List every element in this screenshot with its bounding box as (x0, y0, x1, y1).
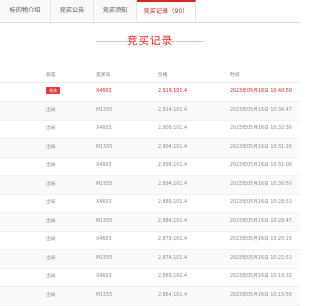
tab-notice[interactable]: 竞买须知 (94, 0, 137, 21)
table-row: 出局 X4603 2,909,101.4 2023年05月16日 10:32:36 (0, 120, 300, 140)
bid-no-cell: X4603 (96, 89, 112, 94)
table-row: 出局 M1555 2,884,101.4 2023年05月16日 10:28:47 (0, 212, 300, 232)
tab-bar: 标的物介绍 竞买公告 竞买须知 竞买记录（90） (0, 0, 300, 23)
status-label: 出局 (46, 237, 56, 242)
column-header-time: 时间 (230, 73, 240, 78)
table-row: 出局 M1555 2,894,101.4 2023年05月16日 10:30:50 (0, 175, 300, 195)
table-row: 出局 M1555 2,904,101.4 2023年05月16日 10:31:26 (0, 138, 300, 158)
table-row: 出局 X4603 2,899,101.4 2023年05月16日 10:31:00 (0, 157, 300, 177)
price-cell: 2,879,101.4 (158, 237, 187, 242)
table-header: 状态 竞买号 价格 时间 (0, 66, 300, 83)
bid-no-cell: X4603 (96, 200, 112, 205)
price-cell: 2,874,101.4 (158, 255, 187, 261)
status-label: 出局 (46, 126, 56, 131)
price-cell: 2,869,101.4 (158, 274, 187, 279)
bid-no-cell: X4603 (96, 237, 112, 242)
time-cell: 2023年05月16日 10:32:36 (230, 126, 292, 131)
status-cell: 出局 (46, 287, 56, 305)
table-row: 出局 X4603 2,879,101.4 2023年05月16日 10:25:15 (0, 231, 300, 251)
column-header-price: 价格 (158, 73, 168, 78)
tab-item-intro[interactable]: 标的物介绍 (0, 0, 51, 21)
title-divider-right (166, 41, 204, 42)
table-row: 出局 X4603 2,869,101.4 2023年05月16日 10:19:32 (0, 268, 300, 288)
status-label: 出局 (46, 181, 56, 187)
time-cell: 2023年05月16日 10:25:15 (230, 237, 292, 242)
time-cell: 2023年05月16日 10:31:00 (230, 163, 292, 168)
price-cell: 2,904,101.4 (158, 144, 187, 150)
time-cell: 2023年05月16日 10:36:47 (230, 107, 292, 113)
bid-no-cell: X4603 (96, 274, 112, 279)
bid-no-cell: M1555 (96, 181, 113, 187)
status-cell: 出局 (46, 157, 56, 175)
status-cell: 出局 (46, 268, 56, 286)
status-cell: 出局 (46, 194, 56, 212)
tab-announcement[interactable]: 竞买公告 (51, 0, 94, 21)
status-label: 出局 (46, 200, 56, 205)
price-cell: 2,894,101.4 (158, 181, 187, 187)
table-row: 出局 M1555 2,874,101.4 2023年05月16日 10:22:53 (0, 249, 300, 269)
status-cell: 出局 (46, 102, 56, 120)
bid-no-cell: X4603 (96, 126, 112, 131)
status-label: 出局 (46, 255, 56, 261)
status-label: 出局 (46, 292, 56, 298)
status-cell: 出局 (46, 250, 56, 268)
time-cell: 2023年05月16日 10:40:50 (230, 89, 292, 94)
status-label: 出局 (46, 163, 56, 168)
price-cell: 2,884,101.4 (158, 218, 187, 224)
time-cell: 2023年05月16日 10:30:50 (230, 181, 292, 187)
section-header: 竞买记录 (0, 30, 300, 52)
bid-no-cell: M1555 (96, 292, 113, 298)
status-cell: 出局 (46, 213, 56, 231)
status-label: 出局 (46, 218, 56, 224)
price-cell: 2,909,101.4 (158, 126, 187, 131)
price-cell: 2,919,101.4 (158, 89, 187, 94)
table-row: 出局 X4603 2,889,101.4 2023年05月16日 10:28:53 (0, 194, 300, 214)
tab-bid-records[interactable]: 竞买记录（90） (137, 0, 196, 22)
bid-no-cell: M1555 (96, 218, 113, 224)
bid-no-cell: M1555 (96, 144, 113, 150)
column-header-status: 状态 (46, 73, 56, 78)
table-row: 出局 M1555 2,864,101.4 2023年05月16日 10:15:56 (0, 286, 300, 306)
time-cell: 2023年05月16日 10:28:47 (230, 218, 292, 224)
status-badge: 领先 (46, 87, 61, 94)
status-label: 出局 (46, 274, 56, 279)
bid-no-cell: M1555 (96, 255, 113, 261)
price-cell: 2,914,101.4 (158, 107, 187, 113)
time-cell: 2023年05月16日 10:31:26 (230, 144, 292, 150)
time-cell: 2023年05月16日 10:28:53 (230, 200, 292, 205)
time-cell: 2023年05月16日 10:19:32 (230, 274, 292, 279)
price-cell: 2,899,101.4 (158, 163, 187, 168)
table-row: 出局 M1555 2,914,101.4 2023年05月16日 10:36:47 (0, 101, 300, 121)
price-cell: 2,864,101.4 (158, 292, 187, 298)
column-header-bid-no: 竞买号 (96, 73, 111, 78)
time-cell: 2023年05月16日 10:15:56 (230, 292, 292, 298)
status-label: 出局 (46, 107, 56, 113)
status-cell: 出局 (46, 231, 56, 249)
status-label: 出局 (46, 144, 56, 150)
status-cell: 出局 (46, 139, 56, 157)
bid-no-cell: X4603 (96, 163, 112, 168)
section-title: 竞买记录 (127, 35, 173, 47)
price-cell: 2,889,101.4 (158, 200, 187, 205)
time-cell: 2023年05月16日 10:22:53 (230, 255, 292, 261)
status-cell: 出局 (46, 120, 56, 138)
status-cell: 领先 (46, 83, 61, 101)
bid-no-cell: M1555 (96, 107, 113, 113)
status-cell: 出局 (46, 176, 56, 194)
table-row: 领先 X4603 2,919,101.4 2023年05月16日 10:40:50 (0, 83, 300, 103)
